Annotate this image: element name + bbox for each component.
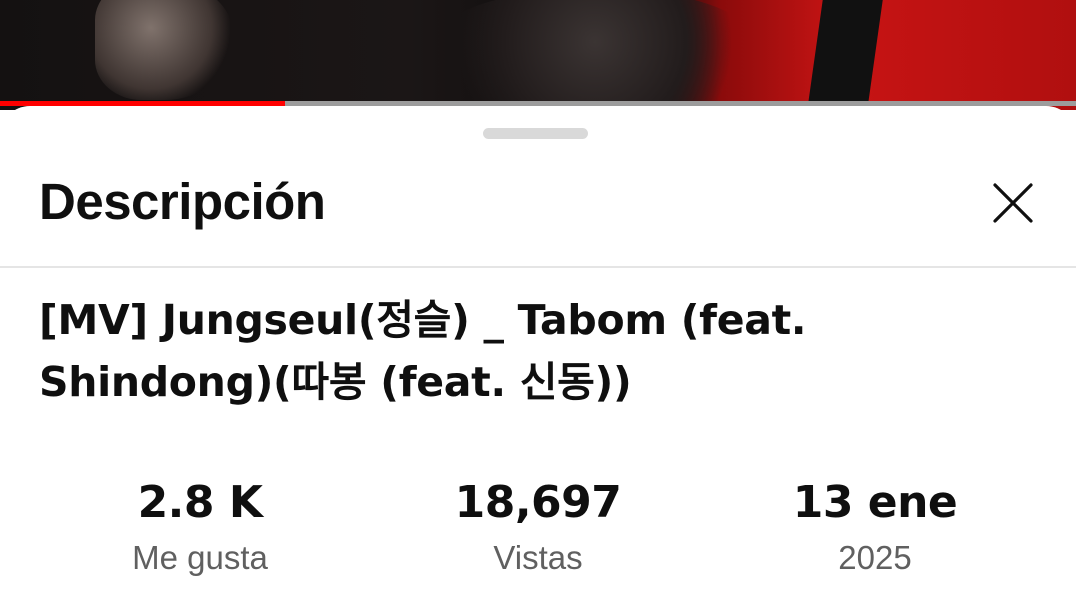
video-frame-detail (806, 0, 884, 110)
likes-label: Me gusta (132, 539, 268, 576)
upload-year: 2025 (838, 539, 912, 576)
video-frame-detail (430, 0, 760, 110)
description-sheet: Descripción [MV] Jungseul(정슬) _ Tabom (f… (0, 106, 1076, 600)
views-stat: 18,697 Vistas (388, 476, 688, 578)
close-button[interactable] (988, 178, 1038, 228)
likes-stat: 2.8 K Me gusta (50, 476, 350, 578)
video-frame-detail (95, 0, 235, 100)
date-stat: 13 ene 2025 (725, 476, 1025, 578)
views-count: 18,697 (454, 477, 622, 528)
divider (0, 266, 1076, 268)
views-label: Vistas (493, 539, 583, 576)
likes-count: 2.8 K (137, 477, 263, 528)
drag-handle[interactable] (483, 128, 588, 139)
sheet-title: Descripción (39, 173, 326, 230)
upload-date: 13 ene (792, 477, 958, 528)
video-title: [MV] Jungseul(정슬) _ Tabom (feat. Shindon… (39, 296, 807, 406)
video-player[interactable] (0, 0, 1076, 110)
close-icon (993, 183, 1033, 223)
